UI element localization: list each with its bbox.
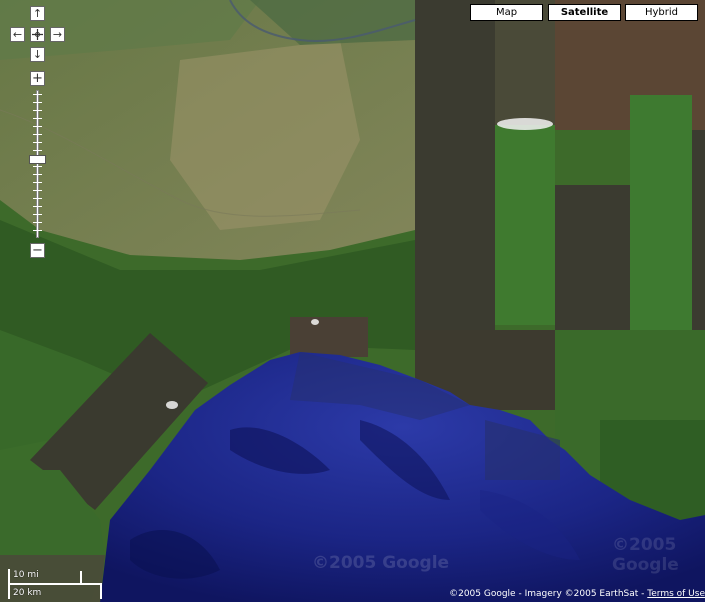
scale-label-miles: 10 mi (13, 570, 39, 580)
zoom-tick (33, 166, 42, 167)
center-crosshair-icon (32, 29, 43, 40)
zoom-tick (33, 230, 42, 231)
copyright-text: ©2005 Google - Imagery ©2005 EarthSat - (449, 589, 645, 599)
scale-bar-km-tick (100, 583, 102, 599)
map-type-satellite-button[interactable]: Satellite (548, 4, 621, 21)
zoom-tick (33, 174, 42, 175)
zoom-in-button[interactable]: + (30, 71, 45, 86)
map-canvas[interactable]: ©2005 Google ©2005 Google (0, 0, 705, 602)
pan-up-button[interactable]: ↑ (30, 6, 45, 21)
map-watermark-secondary: ©2005 Google (612, 535, 679, 575)
map-type-map-button[interactable]: Map (470, 4, 543, 21)
scale-bar-line (8, 583, 102, 585)
zoom-tick (33, 118, 42, 119)
zoom-tick (33, 110, 42, 111)
pan-right-button[interactable]: → (50, 27, 65, 42)
zoom-slider-thumb[interactable] (29, 155, 46, 164)
map-type-hybrid-button[interactable]: Hybrid (625, 4, 698, 21)
zoom-tick (33, 134, 42, 135)
zoom-tick (33, 214, 42, 215)
zoom-slider-track[interactable] (33, 90, 42, 238)
zoom-tick (33, 142, 42, 143)
zoom-slider-rail (36, 90, 39, 238)
map-watermark: ©2005 Google (312, 553, 450, 573)
zoom-tick (33, 150, 42, 151)
terms-of-use-link[interactable]: Terms of Use (647, 589, 705, 599)
pan-left-button[interactable]: ← (10, 27, 25, 42)
zoom-tick (33, 206, 42, 207)
copyright-notice: ©2005 Google - Imagery ©2005 EarthSat - … (449, 589, 705, 599)
scale-bar-left-tick (8, 569, 10, 599)
zoom-tick (33, 222, 42, 223)
zoom-tick (33, 102, 42, 103)
pan-down-button[interactable]: ↓ (30, 47, 45, 62)
zoom-tick (33, 182, 42, 183)
zoom-tick (33, 126, 42, 127)
scale-bar-miles-tick (80, 571, 82, 584)
zoom-tick (33, 94, 42, 95)
satellite-imagery[interactable] (0, 0, 705, 602)
zoom-tick (33, 198, 42, 199)
scale-label-km: 20 km (13, 588, 42, 598)
pan-center-button[interactable] (30, 27, 45, 42)
zoom-tick (33, 190, 42, 191)
zoom-out-button[interactable]: − (30, 243, 45, 258)
